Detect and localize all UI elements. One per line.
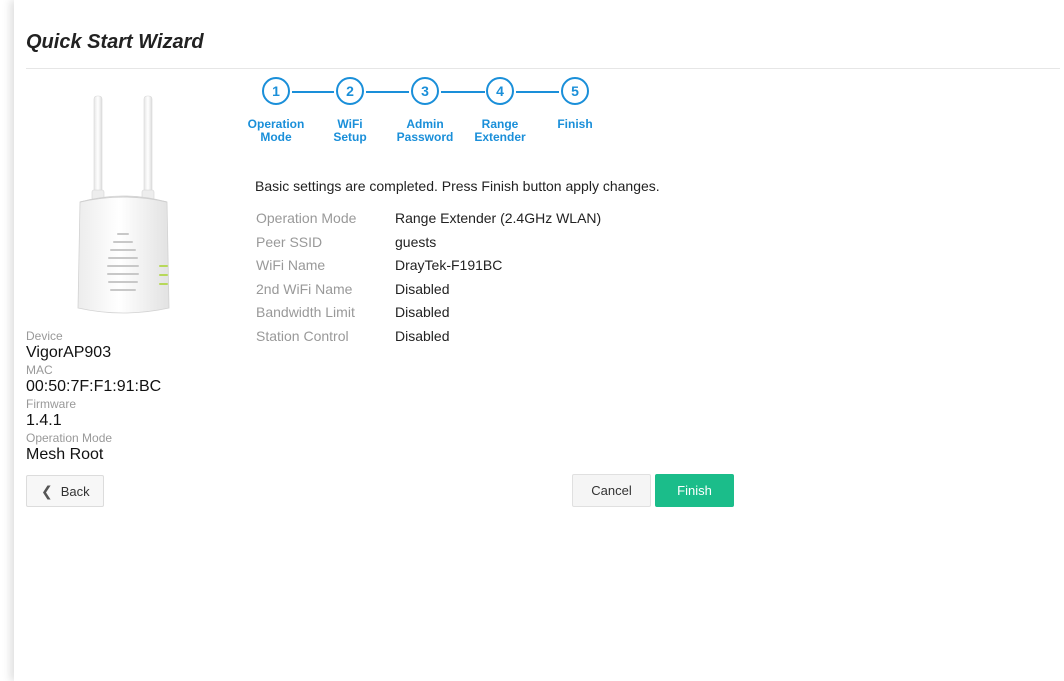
firmware-value: 1.4.1 (26, 412, 62, 429)
summary-value: guests (395, 233, 437, 250)
step-4-circle: 4 (486, 77, 514, 105)
finish-button-label: Finish (677, 483, 712, 498)
summary-key: Bandwidth Limit (256, 304, 355, 320)
mac-label: MAC (26, 363, 53, 377)
device-value: VigorAP903 (26, 344, 112, 361)
summary-key: 2nd WiFi Name (256, 280, 353, 297)
mac-value: 00:50:7F:F1:91:BC (26, 378, 162, 395)
firmware-label: Firmware (26, 397, 76, 411)
finish-button[interactable]: Finish (655, 474, 734, 507)
step-connector (292, 91, 334, 93)
step-3-circle: 3 (411, 77, 439, 105)
operation-mode-label: Operation Mode (26, 431, 113, 445)
access-point-image (77, 95, 170, 314)
back-button[interactable]: ❮ Back (26, 475, 104, 507)
device-info-panel: Device VigorAP903 MAC 00:50:7F:F1:91:BC … (26, 330, 226, 466)
step-connector (441, 91, 485, 93)
step-1-label: Operation Mode (247, 117, 305, 144)
summary-value: Disabled (395, 327, 450, 344)
summary-value: Disabled (395, 304, 450, 320)
summary-key: WiFi Name (256, 257, 326, 273)
step-connector (516, 91, 559, 93)
step-5-circle: 5 (561, 77, 589, 105)
summary-key: Station Control (256, 327, 349, 344)
cancel-button-label: Cancel (591, 483, 632, 498)
step-2-label: WiFi Setup (333, 117, 367, 144)
back-button-label: Back (60, 483, 90, 499)
step-2-circle: 2 (336, 77, 364, 105)
summary-key: Operation Mode (256, 210, 357, 226)
chevron-left-icon: ❮ (41, 482, 53, 499)
summary-key: Peer SSID (256, 233, 323, 250)
cancel-button[interactable]: Cancel (572, 474, 651, 507)
step-connector (366, 91, 409, 93)
step-3-label: Admin Password (396, 117, 454, 144)
step-5-label: Finish (557, 117, 593, 131)
summary-value: DrayTek-F191BC (395, 257, 503, 273)
summary-value: Disabled (395, 280, 450, 297)
step-1-circle: 1 (262, 77, 290, 105)
summary-value: Range Extender (2.4GHz WLAN) (395, 210, 602, 226)
device-label: Device (26, 329, 63, 343)
step-4-label: Range Extender (474, 117, 526, 144)
operation-mode-value: Mesh Root (26, 446, 104, 463)
completion-message: Basic settings are completed. Press Fini… (255, 178, 660, 194)
